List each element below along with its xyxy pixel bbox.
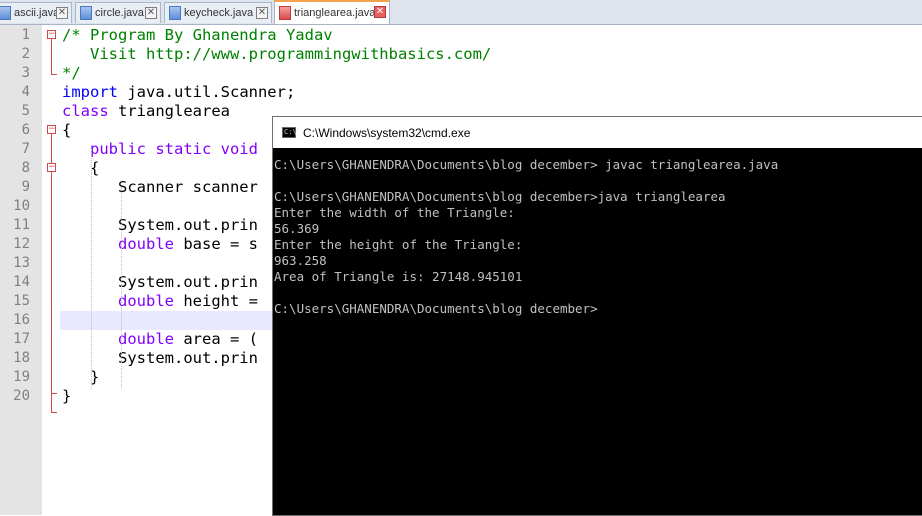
cmd-output-line: C:\Users\GHANENDRA\Documents\blog decemb… [274, 189, 726, 204]
cmd-output-line: Area of Triangle is: 27148.945101 [274, 269, 523, 284]
code-token: import [62, 83, 118, 101]
tab-trianglearea-java[interactable]: trianglearea.java ✕ [274, 0, 390, 24]
code-token: } [62, 387, 72, 405]
close-icon[interactable]: ✕ [56, 7, 68, 19]
cmd-output-line: 963.258 [274, 253, 327, 268]
cmd-window[interactable]: C:\ C:\Windows\system32\cmd.exe C:\Users… [272, 116, 922, 516]
line-number: 9 [21, 179, 30, 195]
java-file-icon [279, 6, 291, 20]
tab-circle-java[interactable]: circle.java ✕ [75, 2, 161, 23]
line-number: 15 [13, 293, 30, 309]
cmd-output[interactable]: C:\Users\GHANENDRA\Documents\blog decemb… [274, 157, 914, 317]
code-line[interactable]: 1 /* Program By Ghanendra Yadav [0, 26, 922, 45]
close-icon[interactable]: ✕ [145, 7, 157, 19]
code-token: double [118, 330, 174, 348]
line-number: 16 [13, 312, 30, 328]
line-number: 3 [21, 65, 30, 81]
cmd-output-line [274, 285, 914, 301]
java-file-icon [169, 6, 181, 20]
java-file-icon [80, 6, 92, 20]
code-token: area = ( [174, 330, 258, 348]
line-number: 11 [13, 217, 30, 233]
code-text: /* Program By Ghanendra Yadav [62, 26, 333, 45]
line-number: 14 [13, 274, 30, 290]
line-number: 5 [21, 103, 30, 119]
indent-guide [91, 149, 92, 389]
code-text: class trianglearea [62, 102, 230, 121]
fold-collapse-icon[interactable]: − [47, 163, 56, 172]
line-number: 17 [13, 331, 30, 347]
code-line[interactable]: 4 import java.util.Scanner; [0, 83, 922, 102]
cmd-output-line: Enter the width of the Triangle: [274, 205, 515, 220]
cmd-title: C:\Windows\system32\cmd.exe [303, 126, 471, 140]
cmd-window-icon: C:\ [282, 127, 297, 138]
cmd-output-line: 56.369 [274, 221, 320, 236]
tab-label: trianglearea.java [294, 7, 376, 19]
code-text: Visit http://www.programmingwithbasics.c… [62, 45, 491, 64]
code-token: Visit http://www.programmingwithbasics.c… [62, 45, 492, 63]
line-number: 18 [13, 350, 30, 366]
cmd-output-line: Enter the height of the Triangle: [274, 237, 523, 252]
line-number: 7 [21, 141, 30, 157]
code-text: { [62, 159, 99, 178]
code-line[interactable]: 3 */ [0, 64, 922, 83]
indent-guide [121, 187, 122, 389]
tab-keycheck-java[interactable]: keycheck.java ✕ [164, 2, 272, 23]
close-icon[interactable]: ✕ [374, 6, 386, 18]
code-text: } [62, 387, 71, 406]
fold-end [51, 74, 57, 75]
code-token: */ [62, 64, 81, 82]
line-number: 1 [21, 27, 30, 43]
code-token: trianglearea [108, 102, 230, 120]
code-token: public static void [90, 140, 258, 158]
code-token: double [118, 292, 174, 310]
code-token: base = s [174, 235, 258, 253]
cmd-output-line: C:\Users\GHANENDRA\Documents\blog decemb… [274, 301, 598, 316]
java-file-icon [0, 6, 11, 20]
cmd-output-line: C:\Users\GHANENDRA\Documents\blog decemb… [274, 157, 779, 172]
fold-end [51, 393, 57, 394]
line-number: 6 [21, 122, 30, 138]
code-text: */ [62, 64, 81, 83]
fold-end [51, 412, 57, 413]
tab-bar: ascii.java ✕ circle.java ✕ keycheck.java… [0, 0, 922, 25]
code-text: { [62, 121, 71, 140]
code-token: { [62, 159, 100, 177]
code-token: } [62, 368, 100, 386]
line-number: 8 [21, 160, 30, 176]
fold-line [51, 172, 52, 393]
code-text: import java.util.Scanner; [62, 83, 295, 102]
code-token: height = [174, 292, 258, 310]
tab-label: keycheck.java [184, 7, 254, 19]
cmd-title-bar[interactable]: C:\ C:\Windows\system32\cmd.exe [273, 117, 922, 148]
fold-line [51, 39, 52, 74]
tab-label: circle.java [95, 7, 144, 19]
cmd-output-line [274, 173, 914, 189]
line-number: 12 [13, 236, 30, 252]
fold-collapse-icon[interactable]: − [47, 125, 56, 134]
line-number: 13 [13, 255, 30, 271]
line-number: 2 [21, 46, 30, 62]
line-number: 20 [13, 388, 30, 404]
line-number: 10 [13, 198, 30, 214]
code-token: /* Program By Ghanendra Yadav [62, 26, 333, 44]
code-token: java.util.Scanner; [118, 83, 296, 101]
line-number: 19 [13, 369, 30, 385]
close-icon[interactable]: ✕ [256, 7, 268, 19]
code-token: class [62, 102, 109, 120]
line-number: 4 [21, 84, 30, 100]
fold-collapse-icon[interactable]: − [47, 30, 56, 39]
code-line[interactable]: 2 Visit http://www.programmingwithbasics… [0, 45, 922, 64]
tab-label: ascii.java [14, 7, 60, 19]
tab-ascii-java[interactable]: ascii.java ✕ [0, 2, 72, 23]
code-token: double [118, 235, 174, 253]
code-token: { [62, 121, 72, 139]
code-text: } [62, 368, 99, 387]
